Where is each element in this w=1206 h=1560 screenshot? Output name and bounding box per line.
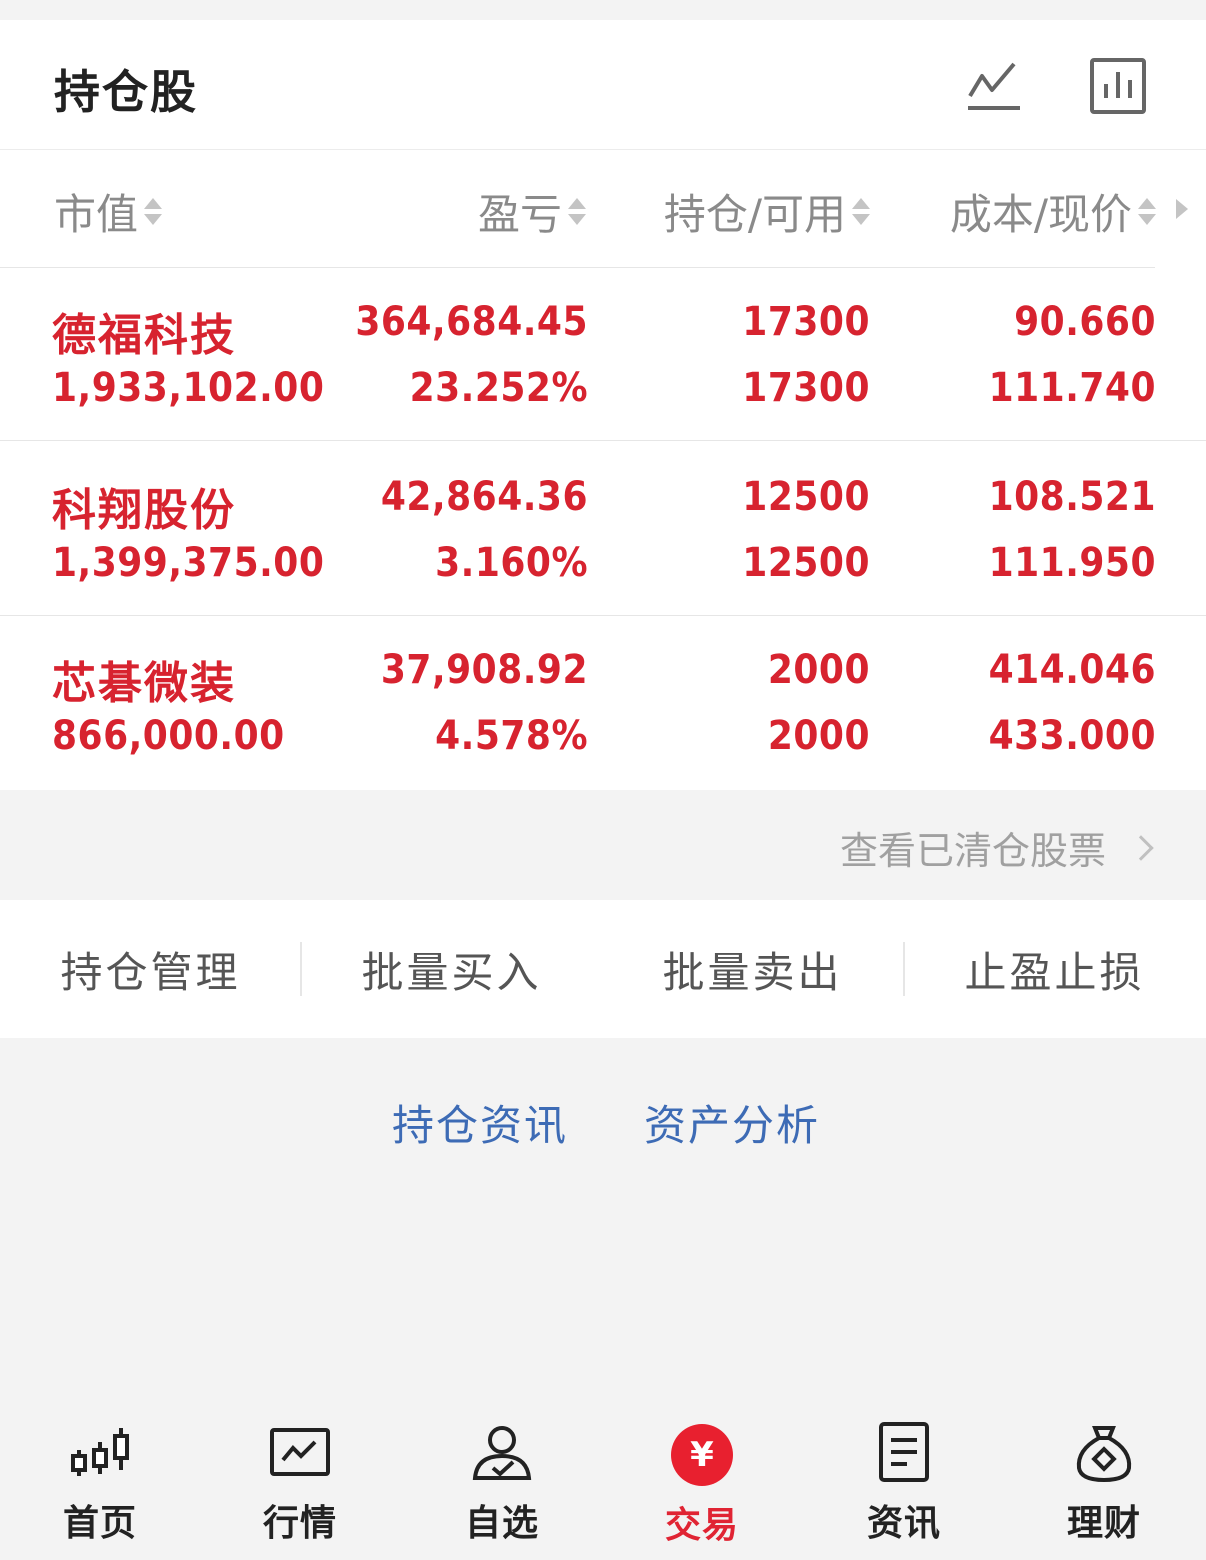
profit-amount: 42,864.36 <box>380 474 588 520</box>
sort-cost-price[interactable]: 成本/现价 <box>950 181 1158 242</box>
sort-position[interactable]: 持仓/可用 <box>664 181 872 242</box>
divider <box>0 267 1155 268</box>
table-row[interactable]: 德福科技 1,933,102.00 364,684.45 23.252% 173… <box>0 269 1206 441</box>
stock-name: 德福科技 <box>52 310 236 361</box>
sort-icon <box>1136 192 1158 232</box>
scroll-right-icon[interactable] <box>1176 199 1188 219</box>
profit-amount: 37,908.92 <box>380 647 588 693</box>
position-management-button[interactable]: 持仓管理 <box>0 900 301 1038</box>
profit-percent: 23.252% <box>409 365 588 411</box>
current-price: 111.740 <box>988 365 1156 411</box>
sort-market-value[interactable]: 市值 <box>54 181 164 242</box>
tab-wealth[interactable]: 理财 <box>1004 1420 1204 1550</box>
position-qty: 17300 <box>742 299 870 345</box>
tab-news[interactable]: 资讯 <box>804 1420 1004 1550</box>
stock-name: 科翔股份 <box>52 485 236 536</box>
profit-percent: 3.160% <box>435 540 588 586</box>
holdings-header: 持仓股 <box>0 20 1206 150</box>
asset-analysis-link[interactable]: 资产分析 <box>644 1092 820 1153</box>
column-label: 成本/现价 <box>949 190 1132 239</box>
sort-icon <box>566 192 588 232</box>
available-qty: 2000 <box>767 713 870 759</box>
bar-chart-icon <box>1090 58 1146 114</box>
available-qty: 12500 <box>742 540 870 586</box>
tab-label: 交易 <box>664 1505 739 1546</box>
profit-amount: 364,684.45 <box>355 299 588 345</box>
market-chart-icon <box>270 1428 330 1476</box>
candlestick-icon <box>71 1428 129 1476</box>
table-header: 市值 盈亏 持仓/可用 成本/现价 <box>0 151 1206 268</box>
position-qty: 2000 <box>767 647 870 693</box>
money-bag-icon <box>1076 1426 1132 1483</box>
tab-label: 资讯 <box>866 1503 941 1544</box>
bar-chart-button[interactable] <box>1086 54 1150 118</box>
market-value: 1,933,102.00 <box>52 365 325 411</box>
chevron-right-icon <box>1128 834 1154 861</box>
current-price: 111.950 <box>988 540 1156 586</box>
column-label: 持仓/可用 <box>663 190 846 239</box>
column-label: 市值 <box>54 190 139 239</box>
batch-sell-button[interactable]: 批量卖出 <box>602 900 903 1038</box>
info-links: 持仓资讯 资产分析 <box>0 1092 1206 1150</box>
document-icon <box>879 1422 929 1482</box>
tab-market[interactable]: 行情 <box>200 1420 400 1550</box>
tab-label: 行情 <box>262 1503 337 1544</box>
sort-profit-loss[interactable]: 盈亏 <box>478 181 588 242</box>
tab-label: 自选 <box>464 1503 539 1544</box>
table-row[interactable]: 科翔股份 1,399,375.00 42,864.36 3.160% 12500… <box>0 444 1206 616</box>
tab-label: 首页 <box>62 1503 137 1544</box>
sort-icon <box>142 192 164 232</box>
tab-watchlist[interactable]: 自选 <box>402 1420 602 1550</box>
tab-trade[interactable]: ¥ 交易 <box>602 1420 802 1550</box>
profit-percent: 4.578% <box>435 713 588 759</box>
bottom-tab-bar: 首页 行情 自选 ¥ 交易 资讯 理财 <box>0 1400 1206 1560</box>
holdings-card: 持仓股 市值 盈亏 持仓/可用 成本/现价 德福科技 1,933,102.00 … <box>0 20 1206 790</box>
column-label: 盈亏 <box>477 190 562 239</box>
take-profit-stop-loss-button[interactable]: 止盈止损 <box>904 900 1205 1038</box>
trend-chart-button[interactable] <box>962 54 1026 118</box>
cost-price: 90.660 <box>1014 299 1156 345</box>
market-value: 866,000.00 <box>52 713 285 759</box>
available-qty: 17300 <box>742 365 870 411</box>
current-price: 433.000 <box>988 713 1156 759</box>
market-value: 1,399,375.00 <box>52 540 325 586</box>
cost-price: 108.521 <box>988 474 1156 520</box>
table-row[interactable]: 芯碁微装 866,000.00 37,908.92 4.578% 2000 20… <box>0 617 1206 789</box>
tab-label: 理财 <box>1066 1503 1141 1544</box>
cost-price: 414.046 <box>988 647 1156 693</box>
batch-buy-button[interactable]: 批量买入 <box>301 900 602 1038</box>
user-check-icon <box>472 1426 532 1480</box>
trend-line-icon <box>968 62 1020 110</box>
position-qty: 12500 <box>742 474 870 520</box>
stock-name: 芯碁微装 <box>52 658 236 709</box>
page-title: 持仓股 <box>54 65 198 119</box>
holdings-news-link[interactable]: 持仓资讯 <box>392 1092 568 1153</box>
tab-home[interactable]: 首页 <box>0 1420 200 1550</box>
action-bar: 持仓管理 批量买入 批量卖出 止盈止损 <box>0 900 1206 1038</box>
sort-icon <box>850 192 872 232</box>
view-cleared-stocks-link[interactable]: 查看已清仓股票 <box>839 820 1154 875</box>
yen-icon: ¥ <box>671 1424 733 1486</box>
cleared-link-label: 查看已清仓股票 <box>839 829 1106 873</box>
